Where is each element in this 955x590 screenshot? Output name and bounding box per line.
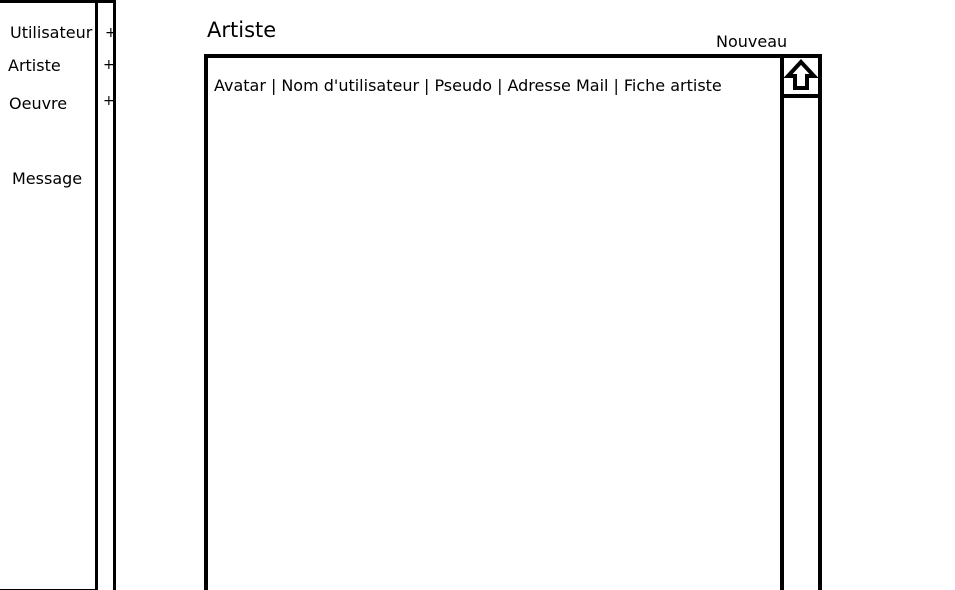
sidebar bbox=[0, 0, 98, 590]
column-separator: | bbox=[424, 76, 430, 95]
sidebar-item-oeuvre[interactable]: Oeuvre bbox=[9, 94, 67, 113]
columns-header: Avatar | Nom d'utilisateur | Pseudo | Adresse … bbox=[214, 76, 722, 95]
scrollbar[interactable] bbox=[780, 54, 822, 590]
column-email: Adresse Mail bbox=[507, 76, 609, 95]
column-username: Nom d'utilisateur bbox=[281, 76, 420, 95]
sidebar-item-utilisateur[interactable]: Utilisateur bbox=[10, 23, 92, 42]
column-artist-sheet: Fiche artiste bbox=[623, 76, 722, 95]
column-avatar: Avatar bbox=[214, 76, 266, 95]
add-utilisateur-button[interactable]: + bbox=[105, 25, 117, 41]
scroll-up-button[interactable] bbox=[783, 58, 819, 98]
content-list bbox=[204, 54, 784, 590]
new-button[interactable]: Nouveau bbox=[716, 32, 787, 51]
page: Utilisateur + Artiste + Oeuvre + Message… bbox=[0, 0, 955, 590]
sidebar-item-message[interactable]: Message bbox=[12, 169, 82, 188]
sidebar-add-column bbox=[97, 0, 116, 590]
column-separator: | bbox=[497, 76, 503, 95]
up-arrow-icon bbox=[783, 59, 819, 90]
add-artiste-button[interactable]: + bbox=[103, 57, 115, 73]
column-pseudo: Pseudo bbox=[434, 76, 493, 95]
add-oeuvre-button[interactable]: + bbox=[103, 93, 115, 109]
page-title: Artiste bbox=[207, 18, 277, 42]
column-separator: | bbox=[613, 76, 619, 95]
column-separator: | bbox=[270, 76, 277, 95]
sidebar-item-artiste[interactable]: Artiste bbox=[8, 56, 61, 75]
